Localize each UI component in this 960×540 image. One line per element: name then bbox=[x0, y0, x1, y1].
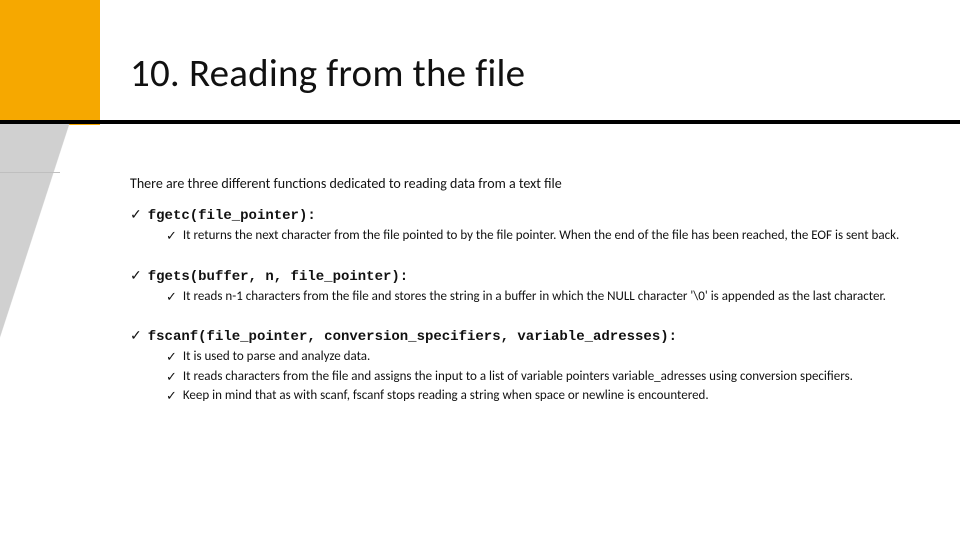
check-icon: ✓ bbox=[130, 206, 142, 223]
check-icon: ✓ bbox=[166, 348, 177, 366]
sub-item: ✓ It reads n-1 characters from the file … bbox=[166, 288, 910, 306]
sub-item: ✓ It is used to parse and analyze data. bbox=[166, 348, 910, 366]
sub-item: ✓ It reads characters from the file and … bbox=[166, 368, 910, 386]
decor-amber-triangle bbox=[0, 0, 95, 125]
item-header: ✓ fscanf(file_pointer, conversion_specif… bbox=[130, 327, 910, 345]
item-header: ✓ fgetc(file_pointer): bbox=[130, 206, 910, 224]
sub-text: It reads characters from the file and as… bbox=[183, 368, 910, 386]
sub-text: It is used to parse and analyze data. bbox=[183, 348, 910, 366]
sub-text: Keep in mind that as with scanf, fscanf … bbox=[183, 387, 910, 405]
sub-item: ✓ It returns the next character from the… bbox=[166, 227, 910, 245]
sub-list: ✓ It reads n-1 characters from the file … bbox=[166, 288, 910, 306]
list-item: ✓ fscanf(file_pointer, conversion_specif… bbox=[130, 327, 910, 405]
intro-text: There are three different functions dedi… bbox=[130, 175, 910, 192]
list-item: ✓ fgets(buffer, n, file_pointer): ✓ It r… bbox=[130, 267, 910, 306]
decor-grey-wedge bbox=[0, 124, 130, 540]
check-icon: ✓ bbox=[166, 227, 177, 245]
item-header: ✓ fgets(buffer, n, file_pointer): bbox=[130, 267, 910, 285]
sub-item: ✓ Keep in mind that as with scanf, fscan… bbox=[166, 387, 910, 405]
sub-list: ✓ It is used to parse and analyze data. … bbox=[166, 348, 910, 405]
title-divider bbox=[0, 120, 960, 124]
check-icon: ✓ bbox=[130, 327, 142, 344]
check-icon: ✓ bbox=[130, 267, 142, 284]
function-signature: fscanf(file_pointer, conversion_specifie… bbox=[148, 329, 677, 345]
content-area: There are three different functions dedi… bbox=[130, 175, 910, 407]
function-signature: fgets(buffer, n, file_pointer): bbox=[148, 269, 408, 285]
slide-title: 10. Reading from the file bbox=[130, 50, 525, 97]
list-item: ✓ fgetc(file_pointer): ✓ It returns the … bbox=[130, 206, 910, 245]
sub-text: It returns the next character from the f… bbox=[183, 227, 910, 245]
function-signature: fgetc(file_pointer): bbox=[148, 208, 316, 224]
check-icon: ✓ bbox=[166, 288, 177, 306]
slide: 10. Reading from the file There are thre… bbox=[0, 0, 960, 540]
check-icon: ✓ bbox=[166, 368, 177, 386]
decor-thin-line bbox=[0, 172, 60, 173]
sub-text: It reads n-1 characters from the file an… bbox=[183, 288, 910, 306]
sub-list: ✓ It returns the next character from the… bbox=[166, 227, 910, 245]
check-icon: ✓ bbox=[166, 387, 177, 405]
